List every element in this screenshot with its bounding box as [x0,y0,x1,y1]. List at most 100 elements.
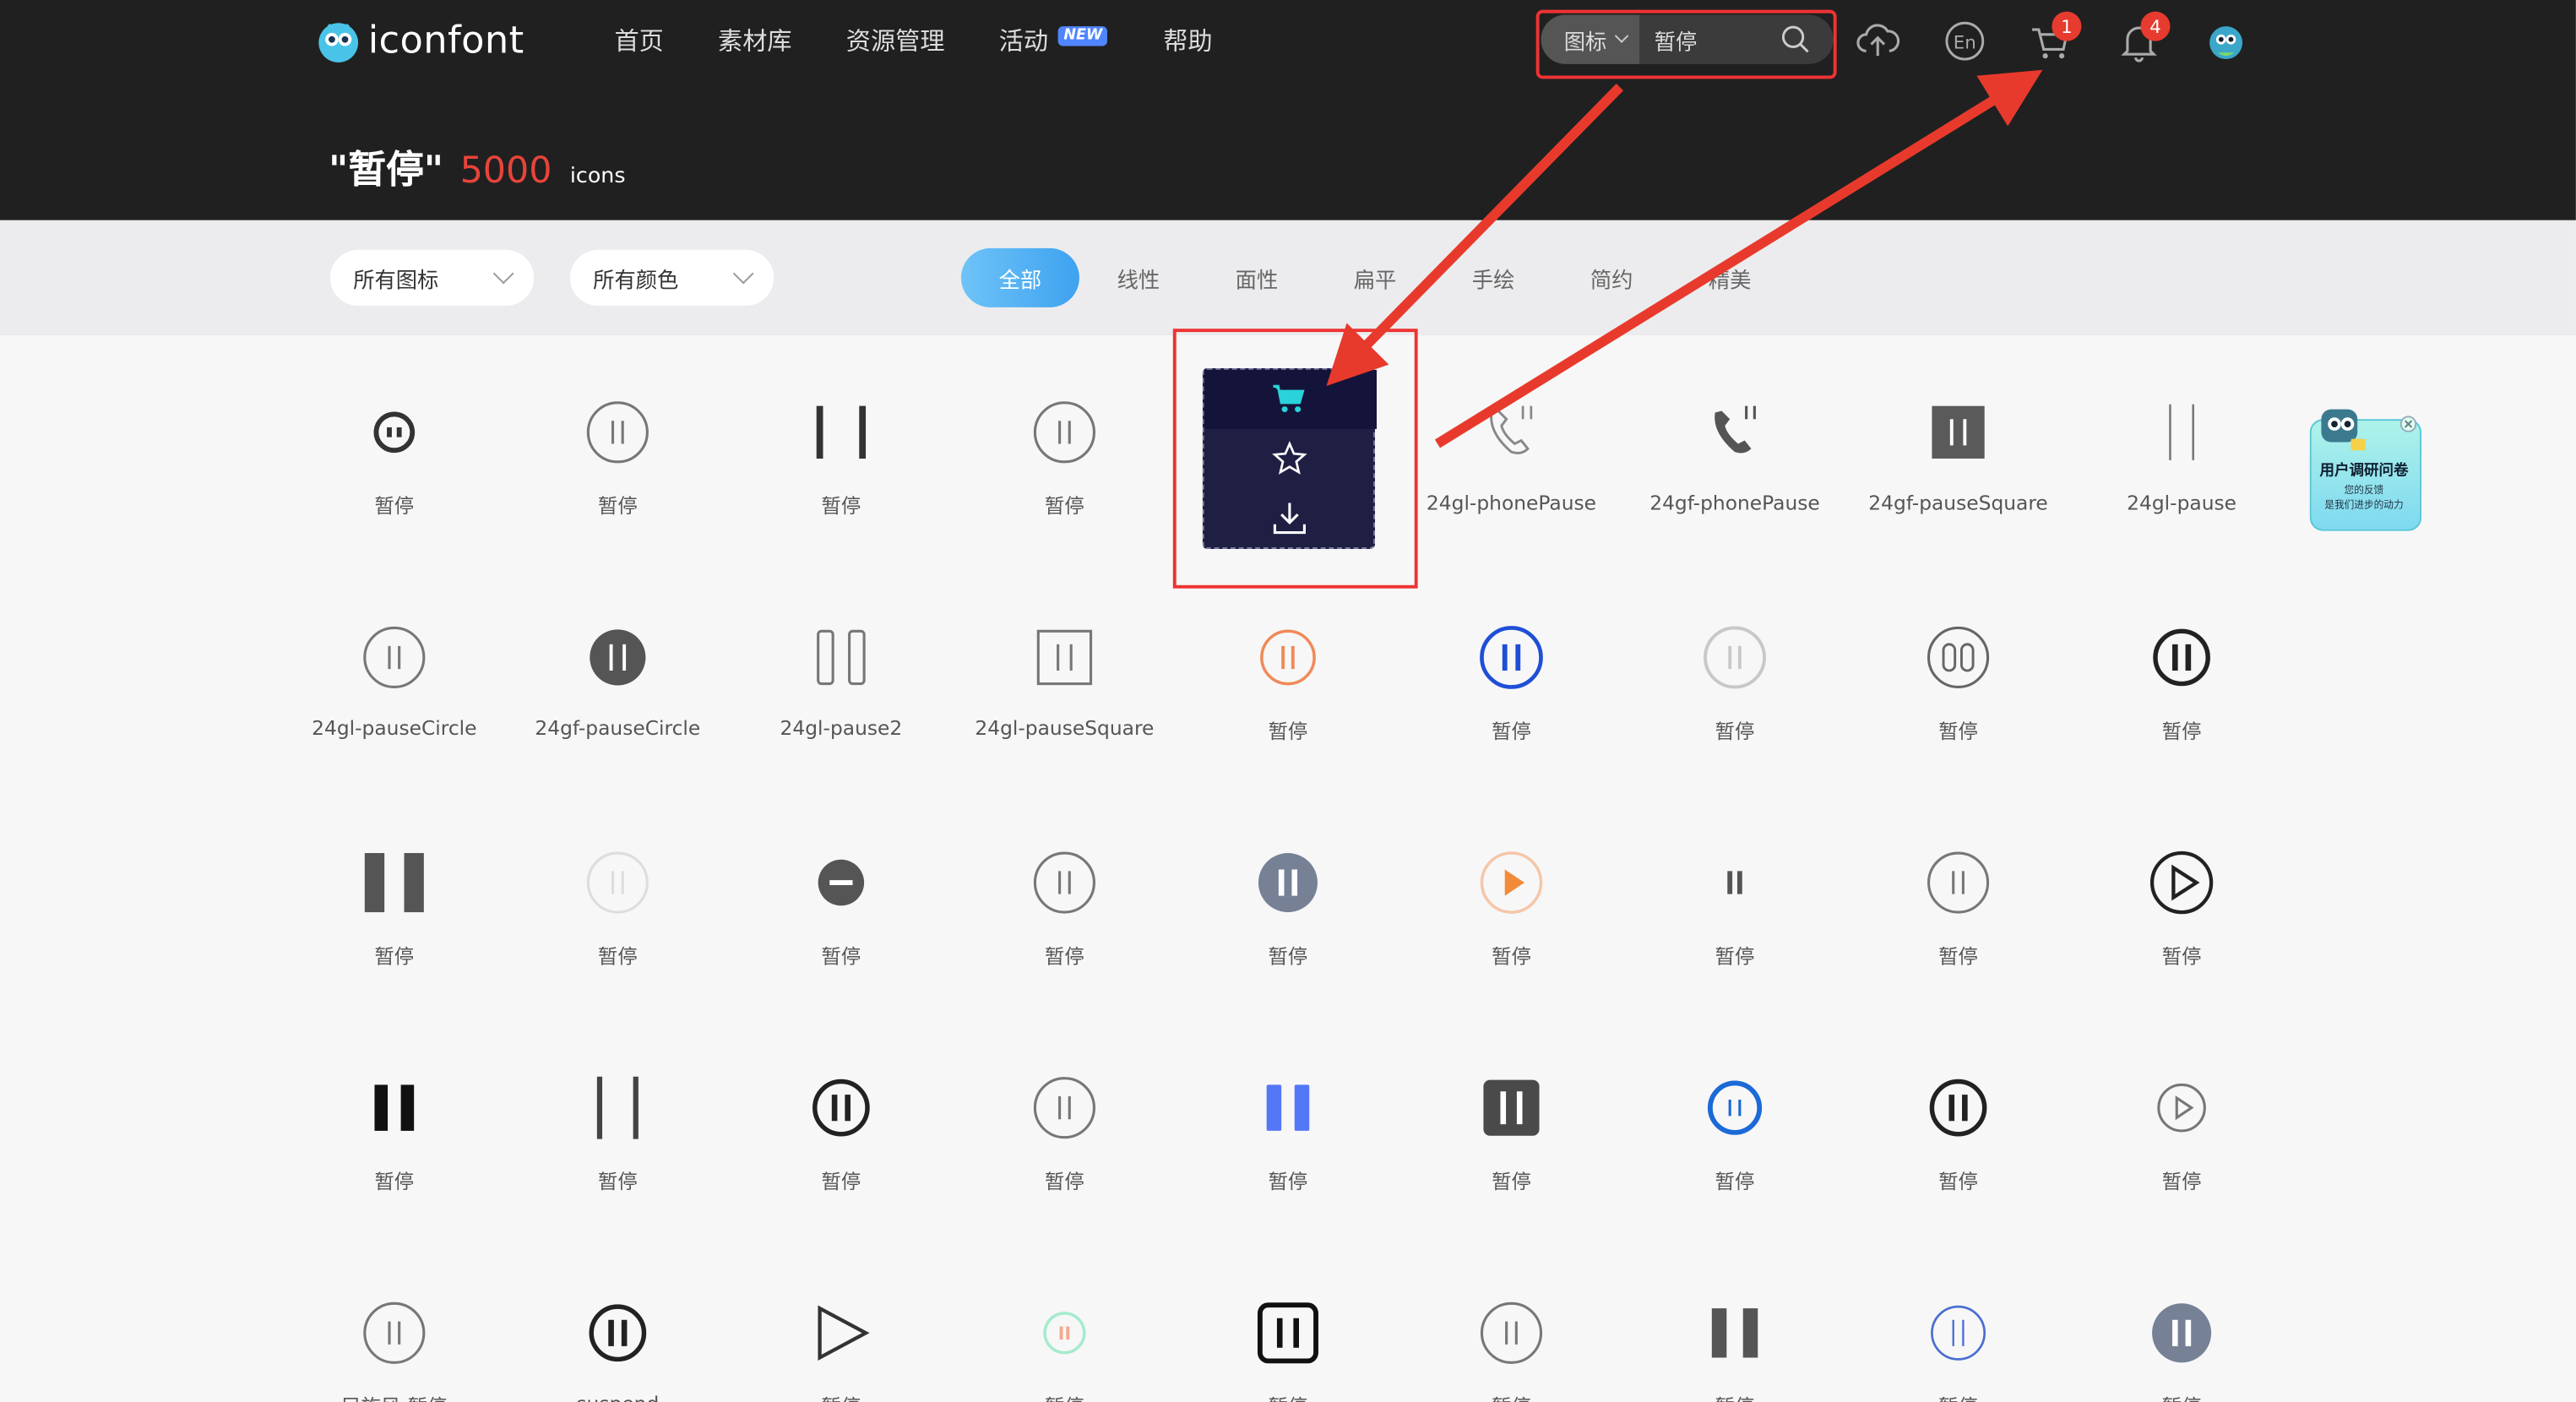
pause-circle-blue-icon [1480,626,1543,689]
survey-widget[interactable]: 用户调研问卷 您的反馈 是我们进步的动力 [2305,399,2423,535]
icon-card[interactable]: 暂停 [1399,785,1623,1011]
icon-card[interactable]: 24gf-pauseSquare [1846,335,2070,561]
pause-square-dark-icon [1483,1079,1540,1136]
icon-card[interactable]: 暂停 [283,1011,507,1236]
icon-card[interactable]: 暂停 [2070,561,2294,786]
icon-card[interactable]: 暂停 [1399,1236,1623,1402]
icon-label: 暂停 [821,494,861,519]
pause-circle-bold-icon [2153,628,2210,687]
icon-label: 暂停 [2161,945,2202,969]
phone-pause-filled-icon [1715,405,1756,454]
icon-card[interactable]: 暂停 [1177,1236,1400,1402]
icon-card[interactable]: 暂停 [2070,1011,2294,1236]
avatar[interactable] [2203,18,2248,63]
icon-label: 24gl-pauseCircle [312,716,477,740]
pause-circle-double-icon [1927,626,1990,689]
icon-label: 暂停 [1045,494,1084,519]
language-icon[interactable]: En [1942,18,1987,63]
chevron-down-icon [732,263,754,285]
icon-card[interactable]: 暂停 [283,785,507,1011]
play-circle-orange-icon [1480,851,1543,914]
nav-resources[interactable]: 资源管理 [846,23,945,57]
logo[interactable]: iconfont [314,16,524,65]
tab-all[interactable]: 全部 [960,247,1079,307]
logo-icon [318,23,359,62]
tab-flat[interactable]: 扁平 [1316,248,1434,307]
tab-simple[interactable]: 简约 [1552,248,1671,307]
icon-card[interactable]: suspend [506,1236,730,1402]
pause-bars-blue-icon [1266,1084,1310,1131]
icon-card[interactable]: 24gl-pauseCircle [283,561,507,786]
icon-card[interactable]: 暂停 [1846,561,2070,786]
pause-circle-filled-icon [590,629,646,686]
icon-card[interactable]: 暂停 [2070,1236,2294,1402]
results-title: "暂停" 5000 icons [329,138,625,193]
close-icon[interactable] [2399,416,2417,432]
icon-card[interactable]: 暂停 [283,335,507,561]
tab-line[interactable]: 线性 [1079,248,1198,307]
icon-card[interactable]: 暂停 [1623,1236,1847,1402]
icon-card[interactable]: 24gl-pause2 [730,561,954,786]
icon-card[interactable]: 暂停 [953,335,1177,561]
icon-label: 暂停 [1268,1170,1308,1193]
nav-activity[interactable]: 活动 NEW [999,23,1108,57]
icon-card[interactable]: 暂停 [1846,785,2070,1011]
play-circle-outline-icon [2149,850,2214,915]
cart-icon[interactable] [1272,383,1308,416]
new-badge: NEW [1058,26,1108,46]
icon-type-dropdown[interactable]: 所有图标 [329,249,535,306]
icon-card[interactable]: 暂停 [953,785,1177,1011]
tab-handdrawn[interactable]: 手绘 [1434,248,1552,307]
icon-card[interactable]: 暂停 [1623,561,1847,786]
icon-label: 暂停 [2161,1170,2202,1193]
star-icon[interactable] [1272,441,1308,477]
icon-card[interactable]: 暂停 [730,1011,954,1236]
icon-card[interactable]: 民族风-暂停 [283,1236,507,1402]
color-dropdown[interactable]: 所有颜色 [569,249,774,306]
download-icon[interactable] [1272,500,1308,536]
icon-card[interactable]: 暂停 [1399,561,1623,786]
pause-circle-blue-thin-icon [1931,1305,1986,1361]
icon-label: 暂停 [597,945,638,969]
tab-fine[interactable]: 精美 [1671,248,1789,307]
nav-library[interactable]: 素材库 [718,23,792,57]
nav-home[interactable]: 首页 [614,23,663,57]
icon-label: 暂停 [821,1170,861,1193]
icon-card[interactable]: 暂停 [730,1236,954,1402]
icon-card[interactable]: 暂停 [1177,1011,1400,1236]
icon-card[interactable]: 暂停 [1846,1236,2070,1402]
main-nav: 首页 素材库 资源管理 活动 NEW 帮助 [614,23,1266,57]
icon-card[interactable]: 暂停 [730,335,954,561]
icon-label: 暂停 [1938,720,1978,743]
icon-card[interactable]: 24gf-pauseCircle [506,561,730,786]
tab-fill[interactable]: 面性 [1198,248,1316,307]
icon-card[interactable]: 暂停 [506,1011,730,1236]
robot-mascot-icon [2321,409,2366,451]
pause-circle-outline-icon [363,626,426,689]
chevron-down-icon [492,263,514,285]
upload-cloud-icon[interactable] [1855,18,1900,63]
icon-card[interactable]: 暂停 [953,1236,1177,1402]
nav-help[interactable]: 帮助 [1163,23,1212,57]
icon-label: 暂停 [821,945,861,969]
icon-card[interactable]: 暂停 [1399,1011,1623,1236]
icon-card[interactable]: 暂停 [506,785,730,1011]
icon-card[interactable]: 暂停 [730,785,954,1011]
icon-card[interactable]: 暂停 [1623,785,1847,1011]
icon-card[interactable]: 暂停 [1177,561,1400,786]
pause-circle-bold-icon [812,1079,870,1137]
icon-card[interactable]: 暂停 [506,335,730,561]
icon-card[interactable]: 暂停 [953,1011,1177,1236]
icon-card[interactable]: 暂停 [1177,785,1400,1011]
icon-card[interactable]: 24gl-pauseSquare [953,561,1177,786]
page: iconfont 首页 素材库 资源管理 活动 NEW 帮助 图标 暂停 En … [0,0,2576,1402]
icon-card[interactable]: 暂停 [1623,1011,1847,1236]
icon-card[interactable]: 24gf-phonePause [1623,335,1847,561]
icon-card[interactable]: 24gl-phonePause [1399,335,1623,561]
icon-label: 暂停 [597,494,638,519]
pause-circle-outline-icon [1033,401,1095,464]
icon-card[interactable]: 暂停 [2070,785,2294,1011]
icon-card[interactable]: 24gl-pause [2070,335,2294,561]
icon-card[interactable]: 暂停 [1846,1011,2070,1236]
pause-circle-bold-icon [1929,1079,1987,1137]
